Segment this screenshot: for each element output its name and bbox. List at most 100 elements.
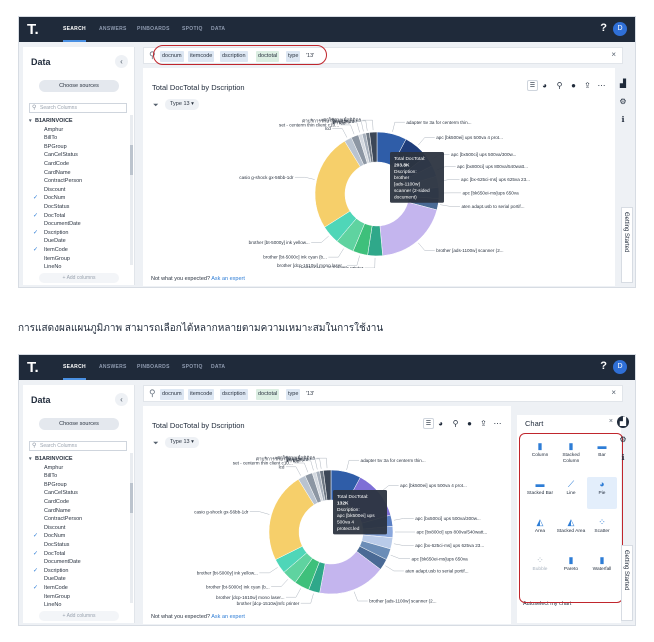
search-columns-input[interactable]: ⚲ Search Columns — [29, 441, 127, 451]
column-list-scrollbar[interactable] — [130, 115, 133, 265]
info-icon[interactable]: ℹ — [617, 114, 629, 126]
check-icon: ✓ — [33, 533, 39, 540]
thoughtspot-logo[interactable]: T. — [27, 21, 44, 38]
chart-type-icon[interactable]: ▟ — [617, 78, 629, 90]
gear-icon[interactable]: ⚙ — [617, 434, 629, 446]
search-token-dscription[interactable]: dscription — [220, 389, 248, 400]
close-icon[interactable]: × — [609, 418, 613, 425]
nav-pinboards[interactable]: PINBOARDS — [137, 355, 170, 380]
column-item[interactable]: Amphur — [29, 126, 129, 135]
nav-pinboards[interactable]: PINBOARDS — [137, 17, 170, 42]
add-columns-button[interactable]: + Add columns — [39, 611, 119, 621]
column-item[interactable]: ✓ DocTotal — [29, 550, 129, 559]
getting-started-tab[interactable]: Getting Started ‹ — [621, 207, 633, 283]
column-item[interactable]: Discount — [29, 524, 129, 533]
column-list-scrollbar[interactable] — [130, 453, 133, 603]
search-token-doctotal[interactable]: doctotal — [256, 389, 280, 400]
clear-search-icon[interactable]: × — [611, 388, 616, 397]
nav-search[interactable]: SEARCH — [63, 355, 86, 380]
column-item[interactable]: CardCode — [29, 160, 129, 169]
tooltip-line: scanner (2-sided — [394, 188, 430, 194]
leader-line — [418, 137, 435, 146]
avatar[interactable]: D — [613, 360, 627, 374]
help-icon[interactable]: ? — [600, 22, 607, 34]
column-item[interactable]: ✓ DocNum — [29, 194, 129, 203]
nav-data[interactable]: DATA — [211, 17, 225, 42]
avatar[interactable]: D — [613, 22, 627, 36]
column-item[interactable]: BillTo — [29, 472, 129, 481]
column-item[interactable]: DocStatus — [29, 203, 129, 212]
column-item[interactable]: CardName — [29, 507, 129, 516]
nav-spotiq[interactable]: SPOTIQ — [182, 17, 203, 42]
gear-icon[interactable]: ⚙ — [617, 96, 629, 108]
getting-started-tab[interactable]: Getting Started ‹ — [621, 545, 633, 621]
column-item[interactable]: Amphur — [29, 464, 129, 473]
add-columns-button[interactable]: + Add columns — [39, 273, 119, 283]
table-node-root[interactable]: ▾ B1ARINVOICE — [29, 455, 129, 464]
column-item[interactable]: DocumentDate — [29, 558, 129, 567]
column-item[interactable]: ✓ DocTotal — [29, 212, 129, 221]
column-item[interactable]: DocStatus — [29, 541, 129, 550]
column-item[interactable]: ✓ ItemCode — [29, 246, 129, 255]
search-token-docnum[interactable]: docnum — [160, 389, 184, 400]
column-item[interactable]: DocumentDate — [29, 220, 129, 229]
choose-sources-button[interactable]: Choose sources — [39, 418, 119, 430]
column-item[interactable]: LineNo — [29, 263, 129, 272]
nav-answers[interactable]: ANSWERS — [99, 355, 127, 380]
chart-type-icon[interactable]: ▟ — [617, 416, 629, 428]
search-bar[interactable]: ⚲ docnum itemcode dscription doctotal ty… — [143, 385, 623, 402]
column-item[interactable]: ContractPerson — [29, 515, 129, 524]
column-item[interactable]: CardName — [29, 169, 129, 178]
scrollbar-thumb[interactable] — [130, 145, 133, 175]
column-item[interactable]: DueDate — [29, 575, 129, 584]
column-item[interactable]: ✓ Dscription — [29, 567, 129, 576]
column-label: CardCode — [44, 498, 70, 505]
thoughtspot-logo[interactable]: T. — [27, 359, 44, 376]
table-node-root[interactable]: ▾ B1ARINVOICE — [29, 117, 129, 126]
chart-tooltip: Total DocTotal:132KDscription:apc [bk500… — [333, 490, 387, 535]
info-icon[interactable]: ℹ — [617, 452, 629, 464]
nav-answers[interactable]: ANSWERS — [99, 17, 127, 42]
column-item[interactable]: CardCode — [29, 498, 129, 507]
nav-spotiq[interactable]: SPOTIQ — [182, 355, 203, 380]
ask-expert-link[interactable]: Ask an expert — [211, 614, 245, 620]
slice-label: casio g-shock gx-56bb-1dr — [194, 509, 249, 514]
nav-search[interactable]: SEARCH — [63, 17, 86, 42]
column-item[interactable]: ItemGroup — [29, 255, 129, 264]
column-item[interactable]: ContractPerson — [29, 177, 129, 186]
column-item[interactable]: ✓ DocNum — [29, 532, 129, 541]
column-label: CanCelStatus — [44, 152, 78, 159]
column-item[interactable]: ItemGroup — [29, 593, 129, 602]
column-item[interactable]: CanCelStatus — [29, 489, 129, 498]
column-item[interactable]: ✓ ItemCode — [29, 584, 129, 593]
column-item[interactable]: Discount — [29, 186, 129, 195]
help-icon[interactable]: ? — [600, 360, 607, 372]
column-label: DocTotal — [44, 212, 66, 219]
column-item[interactable]: DueDate — [29, 237, 129, 246]
search-token-itemcode[interactable]: itemcode — [188, 389, 215, 400]
nav-data[interactable]: DATA — [211, 355, 225, 380]
column-item[interactable]: LineNo — [29, 601, 129, 610]
collapse-sidebar-icon[interactable]: ‹ — [115, 55, 128, 68]
scrollbar-thumb[interactable] — [130, 483, 133, 513]
column-item[interactable]: ✓ Dscription — [29, 229, 129, 238]
choose-sources-button[interactable]: Choose sources — [39, 80, 119, 92]
column-item[interactable]: CanCelStatus — [29, 151, 129, 160]
column-item[interactable]: BillTo — [29, 134, 129, 143]
table-node-label: B1ARINVOICE — [35, 456, 73, 462]
search-columns-input[interactable]: ⚲ Search Columns — [29, 103, 127, 113]
check-icon: ✓ — [33, 195, 39, 202]
column-label: DocumentDate — [44, 559, 81, 566]
collapse-sidebar-icon[interactable]: ‹ — [115, 393, 128, 406]
column-item[interactable]: BPGroup — [29, 143, 129, 152]
clear-search-icon[interactable]: × — [611, 50, 616, 59]
pie-slice[interactable] — [379, 201, 438, 257]
search-token-value[interactable]: '13' — [304, 389, 316, 400]
top-nav-bar: T. SEARCH ANSWERS PINBOARDS SPOTIQ DATA … — [19, 355, 635, 380]
chevron-left-icon: ‹ — [623, 212, 629, 214]
column-item[interactable]: BPGroup — [29, 481, 129, 490]
leader-line — [300, 593, 314, 604]
ask-expert-link[interactable]: Ask an expert — [211, 276, 245, 282]
search-token-type[interactable]: type — [286, 389, 301, 400]
tooltip-line: Total DocTotal: — [394, 156, 425, 162]
